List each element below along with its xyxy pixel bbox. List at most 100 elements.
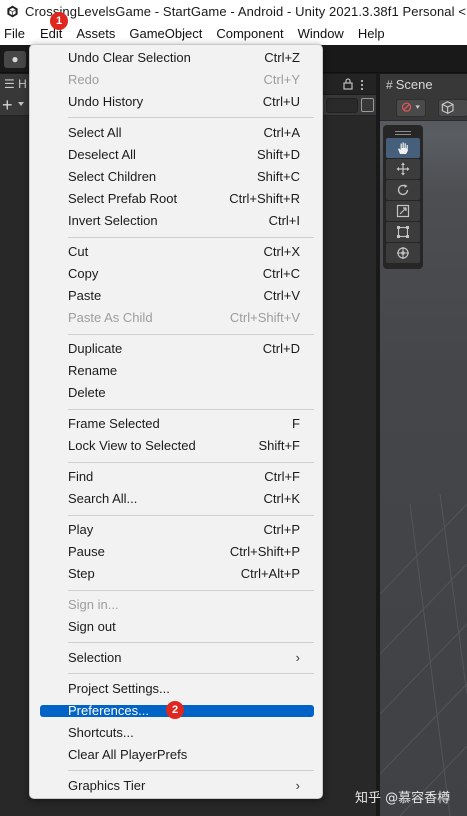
menu-item-find[interactable]: Find Ctrl+F <box>40 466 314 488</box>
menu-item-select-prefab-root[interactable]: Select Prefab Root Ctrl+Shift+R <box>40 188 314 210</box>
chevron-down-icon[interactable] <box>18 102 24 106</box>
rotate-glyph <box>397 184 409 196</box>
chevron-right-icon: › <box>295 650 300 665</box>
menu-item-pause[interactable]: Pause Ctrl+Shift+P <box>40 541 314 563</box>
menu-item-label: Paste <box>68 288 102 303</box>
menu-item-label: Frame Selected <box>68 416 160 431</box>
menu-item-shortcut: Ctrl+Y <box>263 72 300 87</box>
menu-item-select-children[interactable]: Select Children Shift+C <box>40 166 314 188</box>
menu-item-play[interactable]: Play Ctrl+P <box>40 519 314 541</box>
menu-item-rename[interactable]: Rename <box>40 360 314 382</box>
menu-item-label: Rename <box>68 363 118 378</box>
menu-bar: File Edit Assets GameObject Component Wi… <box>0 23 467 45</box>
menu-item-graphics-tier[interactable]: Graphics Tier › <box>40 775 314 797</box>
menu-item-shortcut: Ctrl+Z <box>264 50 300 65</box>
menu-item-step[interactable]: Step Ctrl+Alt+P <box>40 563 314 585</box>
menu-item-shortcut: Shift+F <box>258 438 300 453</box>
menu-file[interactable]: File <box>0 23 33 45</box>
menu-item-label: Delete <box>68 385 106 400</box>
lock-icon[interactable] <box>343 78 353 90</box>
menu-item-select-all[interactable]: Select All Ctrl+A <box>40 122 314 144</box>
account-button[interactable]: ● <box>4 51 26 68</box>
menu-gameobject[interactable]: GameObject <box>122 23 209 45</box>
menu-item-label: Clear All PlayerPrefs <box>68 747 188 762</box>
menu-item-lock-view-to-selected[interactable]: Lock View to Selected Shift+F <box>40 435 314 457</box>
menu-help[interactable]: Help <box>351 23 392 45</box>
menu-item-label: Preferences... <box>68 703 149 718</box>
chevron-right-icon: › <box>295 778 300 793</box>
window-title-bar: CrossingLevelsGame - StartGame - Android… <box>0 0 467 23</box>
menu-separator <box>68 642 314 643</box>
shading-glyph <box>441 101 454 114</box>
move-tool-icon[interactable] <box>386 159 420 179</box>
move-glyph <box>396 162 410 176</box>
shading-mode-icon[interactable] <box>438 99 467 117</box>
menu-item-undo-clear-selection[interactable]: Undo Clear Selection Ctrl+Z <box>40 47 314 69</box>
transform-tool-icon[interactable] <box>386 243 420 263</box>
menu-item-shortcut: Ctrl+U <box>262 94 300 109</box>
menu-item-cut[interactable]: Cut Ctrl+X <box>40 241 314 263</box>
menu-item-shortcut: Ctrl+P <box>263 522 300 537</box>
menu-item-copy[interactable]: Copy Ctrl+C <box>40 263 314 285</box>
menu-component[interactable]: Component <box>209 23 290 45</box>
menu-item-duplicate[interactable]: Duplicate Ctrl+D <box>40 338 314 360</box>
menu-separator <box>68 409 314 410</box>
menu-item-project-settings[interactable]: Project Settings... <box>40 678 314 700</box>
menu-item-shortcut: Ctrl+Alt+P <box>240 566 300 581</box>
menu-item-selection[interactable]: Selection › <box>40 647 314 669</box>
scale-tool-icon[interactable] <box>386 201 420 221</box>
draw-mode-glyph <box>401 102 420 112</box>
hierarchy-search-input[interactable] <box>326 98 358 113</box>
menu-item-deselect-all[interactable]: Deselect All Shift+D <box>40 144 314 166</box>
menu-item-paste-as-child: Paste As Child Ctrl+Shift+V <box>40 307 314 329</box>
menu-item-label: Redo <box>68 72 100 87</box>
menu-item-shortcut: Shift+D <box>257 147 300 162</box>
menu-separator <box>68 117 314 118</box>
draw-mode-icon[interactable] <box>396 99 426 117</box>
tab-scene[interactable]: # Scene <box>380 74 467 95</box>
menu-item-clear-all-playerprefs[interactable]: Clear All PlayerPrefs <box>40 744 314 766</box>
annotation-badge-1: 1 <box>50 12 68 30</box>
hand-tool-icon[interactable] <box>386 138 420 158</box>
menu-item-shortcut: Ctrl+V <box>263 288 300 303</box>
menu-item-label: Search All... <box>68 491 138 506</box>
rect-tool-icon[interactable] <box>386 222 420 242</box>
scene-tool-palette <box>383 125 423 269</box>
menu-item-paste[interactable]: Paste Ctrl+V <box>40 285 314 307</box>
rect-glyph <box>397 226 409 238</box>
menu-item-label: Undo Clear Selection <box>68 50 191 65</box>
window-title: CrossingLevelsGame - StartGame - Android… <box>25 4 467 19</box>
menu-item-label: Project Settings... <box>68 681 170 696</box>
rotate-tool-icon[interactable] <box>386 180 420 200</box>
menu-item-label: Sign in... <box>68 597 119 612</box>
menu-item-invert-selection[interactable]: Invert Selection Ctrl+I <box>40 210 314 232</box>
menu-item-label: Graphics Tier <box>68 778 146 793</box>
menu-item-label: Select Prefab Root <box>68 191 178 206</box>
watermark: 知乎 @慕容香樽 <box>355 791 451 806</box>
scene-search-icon[interactable] <box>361 98 374 112</box>
scene-tab-bar: # Scene <box>380 74 467 95</box>
menu-item-label: Invert Selection <box>68 213 158 228</box>
menu-item-undo-history[interactable]: Undo History Ctrl+U <box>40 91 314 113</box>
menu-item-label: Lock View to Selected <box>68 438 196 453</box>
scale-glyph <box>396 204 410 218</box>
menu-item-sign-out[interactable]: Sign out <box>40 616 314 638</box>
kebab-menu-icon[interactable] <box>360 79 364 91</box>
menu-item-label: Shortcuts... <box>68 725 134 740</box>
menu-item-shortcuts[interactable]: Shortcuts... <box>40 722 314 744</box>
menu-item-label: Duplicate <box>68 341 123 356</box>
scene-panel: # Scene <box>380 74 467 816</box>
menu-item-search-all[interactable]: Search All... Ctrl+K <box>40 488 314 510</box>
add-icon[interactable]: + <box>2 95 13 115</box>
scene-tab-icon: # <box>386 78 393 92</box>
palette-grip[interactable] <box>386 128 420 137</box>
menu-assets[interactable]: Assets <box>69 23 122 45</box>
menu-item-shortcut: Ctrl+X <box>263 244 300 259</box>
menu-item-label: Sign out <box>68 619 116 634</box>
menu-window[interactable]: Window <box>291 23 351 45</box>
menu-item-frame-selected[interactable]: Frame Selected F <box>40 413 314 435</box>
menu-separator <box>68 237 314 238</box>
menu-item-delete[interactable]: Delete <box>40 382 314 404</box>
menu-separator <box>68 462 314 463</box>
menu-item-label: Undo History <box>68 94 144 109</box>
